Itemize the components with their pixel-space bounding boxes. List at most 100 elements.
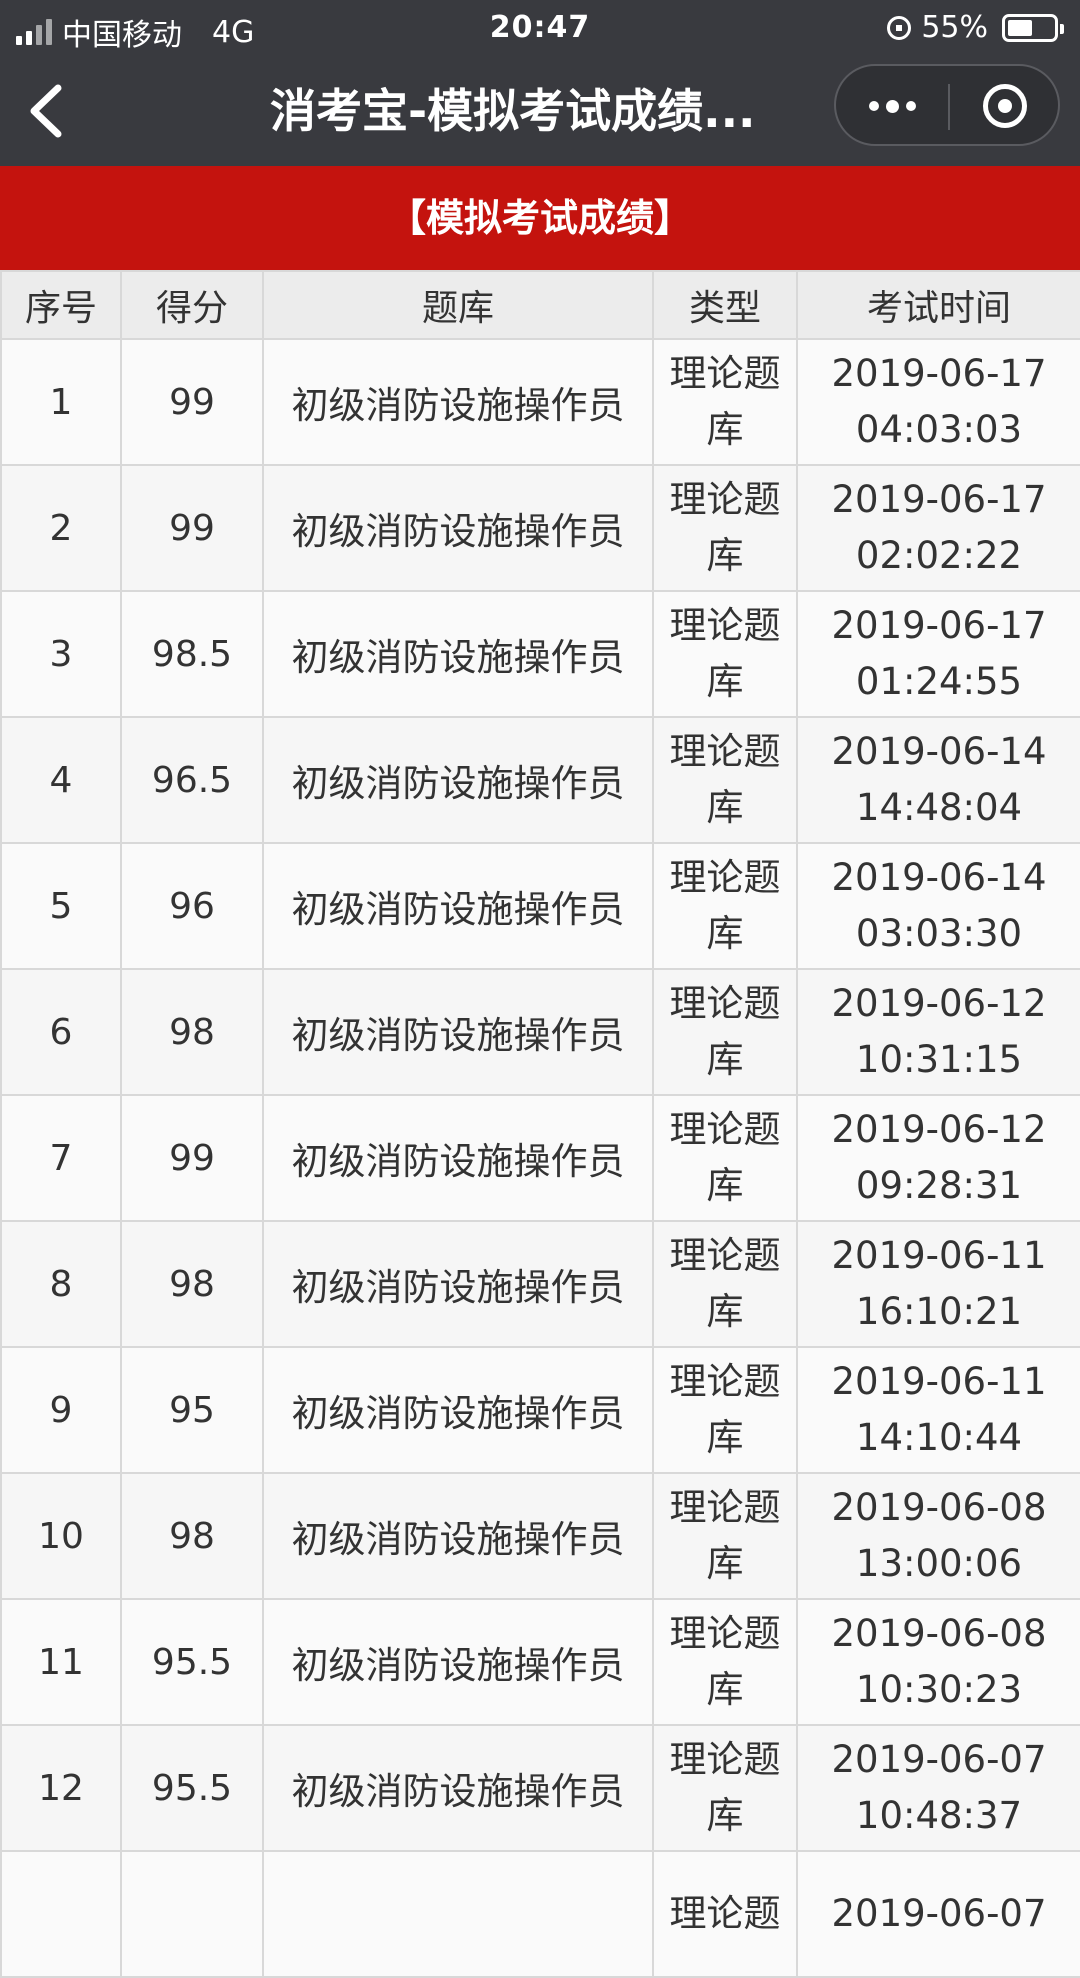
cell-exam-time: 2019-06-07 [796,1850,1080,1978]
cell-type: 理论题库 [652,1220,798,1348]
exam-date: 2019-06-07 [831,1892,1047,1935]
cell-type: 理论题 [652,1850,798,1978]
cell-exam-time: 2019-06-14 14:48:04 [796,716,1080,844]
cell-bank: 初级消防设施操作员 [262,1094,654,1222]
close-button[interactable] [950,66,1060,146]
header-bank: 题库 [262,270,654,340]
cell-score: 96 [120,842,264,970]
cell-bank: 初级消防设施操作员 [262,1220,654,1348]
cell-no: 12 [0,1724,122,1852]
cell-score: 98 [120,968,264,1096]
exam-date: 2019-06-12 [831,1108,1047,1151]
page-title: 消考宝-模拟考试成绩... [270,84,756,138]
table-row: 5 96 初级消防设施操作员 理论题库 2019-06-14 03:03:30 [0,842,1080,970]
cell-score: 98 [120,1220,264,1348]
table-row: 10 98 初级消防设施操作员 理论题库 2019-06-08 13:00:06 [0,1472,1080,1600]
header-no: 序号 [0,270,122,340]
cell-exam-time: 2019-06-17 04:03:03 [796,338,1080,466]
cell-type: 理论题库 [652,968,798,1096]
cell-no: 2 [0,464,122,592]
exam-date: 2019-06-17 [831,604,1047,647]
nav-bar: 消考宝-模拟考试成绩... [0,56,1080,166]
table-row: 12 95.5 初级消防设施操作员 理论题库 2019-06-07 10:48:37 [0,1724,1080,1852]
cell-type: 理论题库 [652,1472,798,1600]
cell-no: 7 [0,1094,122,1222]
cell-score: 95 [120,1346,264,1474]
exam-clock: 09:28:31 [855,1164,1023,1207]
cell-bank: 初级消防设施操作员 [262,464,654,592]
cell-bank: 初级消防设施操作员 [262,968,654,1096]
cell-exam-time: 2019-06-08 10:30:23 [796,1598,1080,1726]
exam-date: 2019-06-08 [831,1486,1047,1529]
exam-clock: 13:00:06 [855,1542,1023,1585]
cell-score: 99 [120,464,264,592]
cell-no: 10 [0,1472,122,1600]
cell-score: 98.5 [120,590,264,718]
exam-clock: 10:31:15 [855,1038,1023,1081]
close-target-icon [983,84,1027,128]
exam-date: 2019-06-12 [831,982,1047,1025]
cell-no: 8 [0,1220,122,1348]
cell-bank: 初级消防设施操作员 [262,716,654,844]
cell-no: 11 [0,1598,122,1726]
table-body: 1 99 初级消防设施操作员 理论题库 2019-06-17 04:03:03 2 99 初级消… [0,338,1080,1978]
table-row: 3 98.5 初级消防设施操作员 理论题库 2019-06-17 01:24:55 [0,590,1080,718]
exam-date: 2019-06-17 [831,352,1047,395]
back-button[interactable] [18,78,78,144]
table-row: 8 98 初级消防设施操作员 理论题库 2019-06-11 16:10:21 [0,1220,1080,1348]
battery-level [1008,19,1033,36]
more-button[interactable] [836,66,948,146]
cell-bank: 初级消防设施操作员 [262,338,654,466]
cell-exam-time: 2019-06-12 10:31:15 [796,968,1080,1096]
status-right: 55% [887,10,1064,45]
table-row: 1 99 初级消防设施操作员 理论题库 2019-06-17 04:03:03 [0,338,1080,466]
cell-exam-time: 2019-06-11 16:10:21 [796,1220,1080,1348]
status-bar: 中国移动 4G 20:47 55% [0,0,1080,56]
cell-no: 4 [0,716,122,844]
exam-results-table: 序号 得分 题库 类型 考试时间 1 99 初级消防设施操作员 理论题库 2019-06… [0,270,1080,1978]
exam-date: 2019-06-11 [831,1234,1047,1277]
exam-clock: 14:48:04 [855,786,1023,829]
cell-bank: 初级消防设施操作员 [262,1346,654,1474]
table-row: 7 99 初级消防设施操作员 理论题库 2019-06-12 09:28:31 [0,1094,1080,1222]
exam-date: 2019-06-14 [831,856,1047,899]
header-type: 类型 [652,270,798,340]
more-dots-icon [868,101,879,111]
table-row: 9 95 初级消防设施操作员 理论题库 2019-06-11 14:10:44 [0,1346,1080,1474]
cell-score: 95.5 [120,1724,264,1852]
table-row: 6 98 初级消防设施操作员 理论题库 2019-06-12 10:31:15 [0,968,1080,1096]
exam-clock: 01:24:55 [855,660,1023,703]
cell-score: 98 [120,1472,264,1600]
battery-icon [1002,13,1064,42]
cell-type: 理论题库 [652,842,798,970]
cell-type: 理论题库 [652,338,798,466]
exam-clock: 14:10:44 [855,1416,1023,1459]
more-dot [905,101,916,111]
cell-bank: 初级消防设施操作员 [262,1724,654,1852]
table-row: 理论题 2019-06-07 [0,1850,1080,1978]
cell-no: 1 [0,338,122,466]
cell-no: 3 [0,590,122,718]
cell-bank: 初级消防设施操作员 [262,590,654,718]
mini-program-capsule [834,64,1060,146]
exam-clock: 03:03:30 [855,912,1023,955]
cell-exam-time: 2019-06-17 02:02:22 [796,464,1080,592]
rotation-lock-icon [887,15,912,40]
header-time: 考试时间 [796,270,1080,340]
cell-exam-time: 2019-06-08 13:00:06 [796,1472,1080,1600]
cell-score: 99 [120,1094,264,1222]
cell-exam-time: 2019-06-14 03:03:30 [796,842,1080,970]
cell-no [0,1850,122,1978]
cell-exam-time: 2019-06-17 01:24:55 [796,590,1080,718]
table-row: 4 96.5 初级消防设施操作员 理论题库 2019-06-14 14:48:04 [0,716,1080,844]
cell-type: 理论题库 [652,464,798,592]
cell-bank [262,1850,654,1978]
cell-type: 理论题库 [652,1598,798,1726]
cell-type: 理论题库 [652,590,798,718]
battery-percent: 55% [921,10,988,45]
exam-clock: 02:02:22 [855,534,1023,577]
exam-clock: 16:10:21 [855,1290,1023,1333]
table-header-row: 序号 得分 题库 类型 考试时间 [0,270,1080,340]
cell-score: 96.5 [120,716,264,844]
cell-score [120,1850,264,1978]
